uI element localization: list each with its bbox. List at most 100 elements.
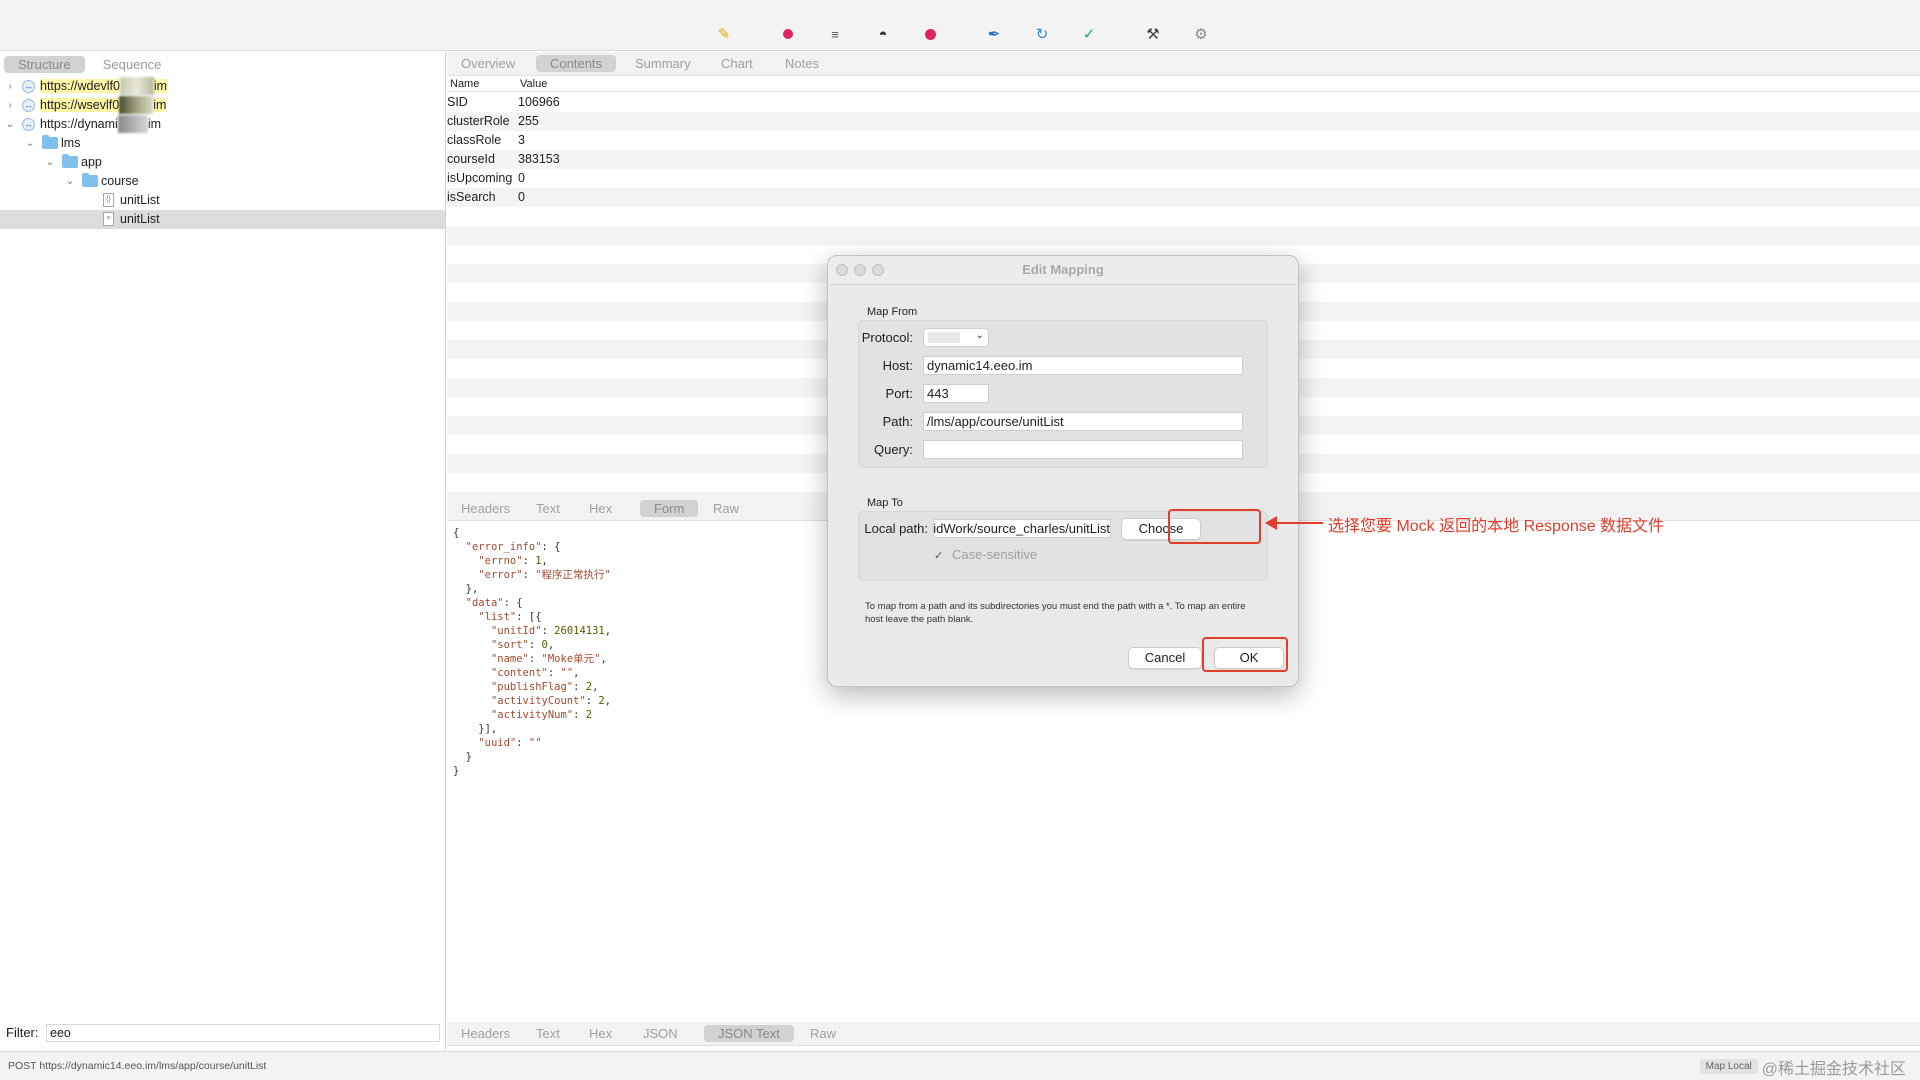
column-name[interactable]: Name — [450, 78, 479, 90]
row-value: 106966 — [518, 95, 560, 109]
status-bar: POST https://dynamic14.eeo.im/lms/app/co… — [0, 1051, 1920, 1080]
settings-icon[interactable]: ⚙ — [1191, 24, 1211, 44]
local-path-label: Local path: — [864, 521, 928, 536]
chevron-right-icon[interactable]: › — [4, 77, 16, 96]
dialog-title: Edit Mapping — [1022, 262, 1104, 277]
map-from-label: Map From — [867, 306, 918, 318]
tab-overview[interactable]: Overview — [447, 55, 529, 72]
turtle-icon[interactable]: ◓ — [873, 24, 893, 44]
port-label: Port: — [885, 386, 913, 401]
host-icon: ↔ — [22, 99, 35, 112]
refresh-icon[interactable]: ↻ — [1032, 24, 1052, 44]
checkmark-icon: ✓ — [934, 550, 944, 562]
throttle-icon[interactable]: ≡ — [825, 24, 845, 44]
chevron-down-icon: ⌄ — [975, 330, 984, 341]
top-tabbar: Overview Contents Summary Chart Notes — [447, 52, 1920, 76]
row-name: courseId — [447, 152, 495, 166]
tree-row-app[interactable]: ⌄ app — [0, 153, 445, 172]
tools-icon[interactable]: ⚒ — [1143, 24, 1163, 44]
chevron-right-icon[interactable]: › — [4, 96, 16, 115]
tab-hex[interactable]: Hex — [575, 500, 626, 517]
tab-raw[interactable]: Raw — [796, 1025, 850, 1042]
column-value[interactable]: Value — [520, 78, 547, 90]
status-text: POST https://dynamic14.eeo.im/lms/app/co… — [8, 1060, 267, 1072]
annotation-text: 选择您要 Mock 返回的本地 Response 数据文件 — [1328, 518, 1665, 535]
tab-json-text[interactable]: JSON Text — [704, 1025, 794, 1042]
protocol-value — [928, 332, 960, 343]
filter-input[interactable]: eeo — [46, 1024, 440, 1042]
case-sensitive-checkbox[interactable]: ✓ Case-sensitive — [934, 547, 1037, 562]
table-header: Name Value — [447, 78, 1920, 92]
map-to-label: Map To — [867, 497, 903, 509]
tab-form[interactable]: Form — [640, 500, 699, 517]
tree-row-host1[interactable]: › ↔ https://wdevlf0 im — [0, 77, 445, 96]
table-row[interactable]: SID 106966 — [447, 93, 1920, 112]
chevron-down-icon[interactable]: ⌄ — [44, 153, 56, 172]
check-icon[interactable]: ✓ — [1079, 24, 1099, 44]
bottom-tabbar: Headers Text Hex JSON JSON Text Raw — [447, 1022, 1920, 1046]
tab-notes[interactable]: Notes — [771, 55, 833, 72]
tab-json[interactable]: JSON — [629, 1025, 692, 1042]
folder-icon — [82, 173, 98, 187]
tree-row-host2[interactable]: › ↔ https://wsevlf0 im — [0, 96, 445, 115]
path-label: Path: — [882, 414, 913, 429]
annotation-line — [1271, 522, 1323, 524]
pen-icon[interactable]: ✒ — [984, 24, 1004, 44]
tab-headers[interactable]: Headers — [447, 500, 524, 517]
host-label: https://wdevlf0 im — [40, 77, 168, 95]
table-row[interactable]: clusterRole 255 — [447, 112, 1920, 131]
host-icon: ↔ — [22, 118, 35, 131]
protocol-label: Protocol: — [861, 330, 913, 345]
row-name: classRole — [447, 133, 502, 147]
structure-panel: Structure Sequence › ↔ https://wdevlf0 im… — [0, 52, 446, 1050]
table-row[interactable]: classRole 3 — [447, 131, 1920, 150]
table-row[interactable]: courseId 383153 — [447, 150, 1920, 169]
tab-structure[interactable]: Structure — [4, 56, 85, 73]
toolbar: ✎ ≡ ◓ ✒ ↻ ✓ ⚒ ⚙ — [0, 0, 1920, 51]
mapping-hint: To map from a path and its subdirectorie… — [865, 601, 1246, 625]
tab-raw[interactable]: Raw — [699, 500, 753, 517]
broom-icon[interactable]: ✎ — [714, 24, 734, 44]
choose-highlight-box — [1168, 509, 1261, 544]
dialog-body: Map From Protocol: ⌄ Host: dynamic14.eeo… — [830, 284, 1296, 684]
query-input[interactable] — [923, 440, 1243, 459]
path-input[interactable]: /lms/app/course/unitList — [923, 412, 1243, 431]
host-icon: ↔ — [22, 80, 35, 93]
tab-chart[interactable]: Chart — [707, 55, 767, 72]
map-local-badge[interactable]: Map Local — [1699, 1059, 1758, 1074]
tab-hex[interactable]: Hex — [575, 1025, 626, 1042]
tab-text[interactable]: Text — [522, 1025, 574, 1042]
tab-summary[interactable]: Summary — [621, 55, 705, 72]
edit-mapping-dialog: Edit Mapping Map From Protocol: ⌄ Host: … — [827, 255, 1299, 687]
cancel-button[interactable]: Cancel — [1128, 647, 1202, 669]
tab-contents[interactable]: Contents — [536, 55, 617, 72]
chevron-down-icon[interactable]: ⌄ — [4, 115, 16, 134]
chevron-down-icon[interactable]: ⌄ — [64, 172, 76, 191]
tab-headers[interactable]: Headers — [447, 1025, 524, 1042]
stop-icon[interactable] — [920, 24, 940, 44]
tree-row-host3[interactable]: ⌄ ↔ https://dynami im — [0, 115, 445, 134]
tree-row-unitlist-1[interactable]: {} unitList — [0, 191, 445, 210]
host-input[interactable]: dynamic14.eeo.im — [923, 356, 1243, 375]
row-value: 3 — [518, 133, 525, 147]
tab-sequence[interactable]: Sequence — [89, 56, 176, 73]
watermark: @稀土掘金技术社区 — [1761, 1060, 1906, 1078]
tree-row-unitlist-2[interactable]: ≡ unitList — [0, 210, 445, 229]
chevron-down-icon[interactable]: ⌄ — [24, 134, 36, 153]
json-viewer: { "error_info": { "errno": 1, "error": "… — [453, 527, 612, 777]
table-row[interactable]: isUpcoming 0 — [447, 169, 1920, 188]
host-label: https://dynami im — [40, 115, 162, 133]
form-table: SID 106966 clusterRole 255 classRole 3 cour… — [447, 93, 1920, 207]
row-name: isSearch — [447, 190, 496, 204]
file-label: unitList — [120, 193, 160, 207]
host-label: Host: — [882, 358, 913, 373]
table-row[interactable]: isSearch 0 — [447, 188, 1920, 207]
tree-row-course[interactable]: ⌄ course — [0, 172, 445, 191]
query-label: Query: — [873, 442, 913, 457]
record-icon[interactable] — [778, 24, 798, 44]
tree-row-lms[interactable]: ⌄ lms — [0, 134, 445, 153]
port-input[interactable]: 443 — [923, 384, 989, 403]
tab-text[interactable]: Text — [522, 500, 574, 517]
protocol-select[interactable]: ⌄ — [923, 328, 989, 347]
local-path-input[interactable]: droidWork/source_charles/unitList — [933, 519, 1111, 538]
